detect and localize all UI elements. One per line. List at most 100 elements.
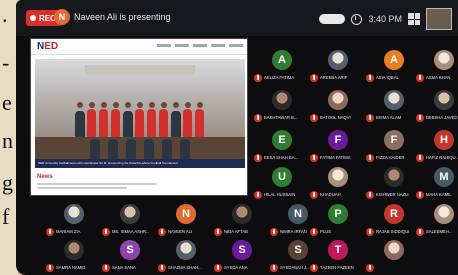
shared-screen[interactable]: NED NED University football team with co… [30, 38, 248, 196]
participant-avatar: A [272, 50, 292, 70]
participant-avatar [272, 90, 292, 110]
participant-name: Areeba Arif [320, 75, 348, 80]
participant-avatar [328, 90, 348, 110]
participant-tile[interactable]: Samra Hamid [46, 238, 102, 274]
participant-name: Batool Naqvi [320, 115, 351, 120]
mic-muted-icon [310, 114, 318, 122]
participant-name: Tazeen Fazeen [320, 265, 354, 270]
mic-muted-icon [366, 191, 374, 199]
mic-muted-icon [416, 191, 424, 199]
participant-tile[interactable]: U Hilal Hussain [254, 165, 310, 201]
participant-name: Mariam Zia [56, 229, 81, 234]
participant-name: Plus [320, 229, 331, 234]
mic-muted-icon [366, 228, 374, 236]
pin-toggle[interactable] [319, 14, 346, 24]
participant-tile[interactable]: Bakhtawar B... [254, 88, 310, 124]
meeting-top-bar: REC N Naveen Ali is presenting 3:40 PM [16, 0, 458, 36]
participant-tile[interactable]: Bisma Alam [366, 88, 422, 124]
mic-muted-icon [366, 74, 374, 82]
participant-tile[interactable]: A Asia Iqbal [366, 48, 422, 84]
participant-tile[interactable]: N Naveen Ali [158, 202, 214, 238]
participant-tile[interactable]: H Hafiz Rahiqu... [416, 128, 458, 164]
mic-muted-icon [366, 264, 374, 272]
mic-muted-icon [158, 264, 166, 272]
mic-muted-icon [214, 264, 222, 272]
participant-name: Fatima Fatima [320, 155, 351, 160]
participant-name: Saleemeh... [426, 229, 453, 234]
participant-avatar: F [384, 130, 404, 150]
participant-avatar: T [328, 240, 348, 260]
mic-muted-icon [254, 114, 262, 122]
participant-avatar: N [176, 204, 196, 224]
self-view-tile[interactable] [426, 8, 452, 30]
mic-muted-icon [416, 114, 424, 122]
participant-tile[interactable]: Areeba Arif [310, 48, 366, 84]
participant-tile[interactable]: E Eesa Shah Ba... [254, 128, 310, 164]
participant-avatar: H [434, 130, 454, 150]
participant-avatar: F [328, 130, 348, 150]
participant-name: Khadijah [320, 192, 341, 197]
participant-name: Ms. Ismaa Ashr... [112, 229, 150, 234]
participant-tile[interactable] [366, 238, 422, 274]
mic-muted-icon [254, 154, 262, 162]
participant-avatar: U [272, 167, 292, 187]
mic-muted-icon [416, 228, 424, 236]
mic-muted-icon [366, 154, 374, 162]
participant-avatar [434, 50, 454, 70]
participant-avatar [64, 240, 84, 260]
participant-avatar [384, 90, 404, 110]
participant-tile[interactable]: Khadijah [310, 165, 366, 201]
participant-avatar: S [120, 240, 140, 260]
mic-muted-icon [102, 228, 110, 236]
participant-tile[interactable]: S Syeda Ana [214, 238, 270, 274]
participant-tile[interactable]: Mariam Zia [46, 202, 102, 238]
participant-avatar [120, 204, 140, 224]
mic-muted-icon [270, 228, 278, 236]
participant-tile[interactable]: Shazma Shah... [158, 238, 214, 274]
participant-avatar: A [384, 50, 404, 70]
clock-icon [351, 13, 363, 25]
participant-tile[interactable]: Ms. Ismaa Ashr... [102, 202, 158, 238]
mic-muted-icon [158, 228, 166, 236]
participant-tile[interactable]: Batool Naqvi [310, 88, 366, 124]
paper-glyph: . [2, 2, 8, 27]
participant-tile[interactable]: T Tazeen Fazeen [310, 238, 366, 274]
participant-avatar [232, 204, 252, 224]
participant-name: Sana Sana [112, 265, 136, 270]
top-right-controls: 3:40 PM [319, 8, 452, 30]
participant-avatar: E [272, 130, 292, 150]
participant-tile[interactable]: Kishwer Nazli [366, 165, 422, 201]
participant-tile[interactable]: Debsha Javed [416, 88, 458, 124]
mic-muted-icon [254, 191, 262, 199]
participant-tile[interactable]: P Plus [310, 202, 366, 238]
layout-grid-icon[interactable] [408, 13, 420, 25]
participant-tile[interactable]: Asma Khan [416, 48, 458, 84]
participant-tile[interactable]: F Fatima Fatima [310, 128, 366, 164]
participant-avatar: M [434, 167, 454, 187]
paper-glyph: e [2, 90, 12, 115]
participant-tile[interactable]: A Aeliza Fatima [254, 48, 310, 84]
participant-avatar: S [288, 240, 308, 260]
participant-name: Eesa Shah Ba... [264, 155, 298, 160]
participant-name: Shazma Shah... [168, 265, 202, 270]
mic-muted-icon [214, 228, 222, 236]
participant-tile[interactable]: F Fizza Haider [366, 128, 422, 164]
website-nav: NED [31, 39, 247, 55]
participant-name: Nida Aftab [224, 229, 248, 234]
participant-name: Maha Kamil [426, 192, 452, 197]
participant-tile[interactable]: Nida Aftab [214, 202, 270, 238]
mic-muted-icon [46, 264, 54, 272]
mic-muted-icon [310, 228, 318, 236]
participant-tile[interactable]: S Sana Sana [102, 238, 158, 274]
presenter-avatar: N [54, 9, 70, 25]
participant-name: Samra Hamid [56, 265, 86, 270]
participant-tile[interactable]: M Maha Kamil [416, 165, 458, 201]
participant-avatar [328, 50, 348, 70]
participant-avatar [434, 90, 454, 110]
meeting-window: REC N Naveen Ali is presenting 3:40 PM N… [16, 0, 458, 275]
university-logo: NED [37, 41, 59, 52]
participant-avatar: N [288, 204, 308, 224]
participant-tile[interactable]: R Rajab Siddiqui [366, 202, 422, 238]
participant-tile[interactable]: Saleemeh... [416, 202, 458, 238]
mic-muted-icon [310, 154, 318, 162]
